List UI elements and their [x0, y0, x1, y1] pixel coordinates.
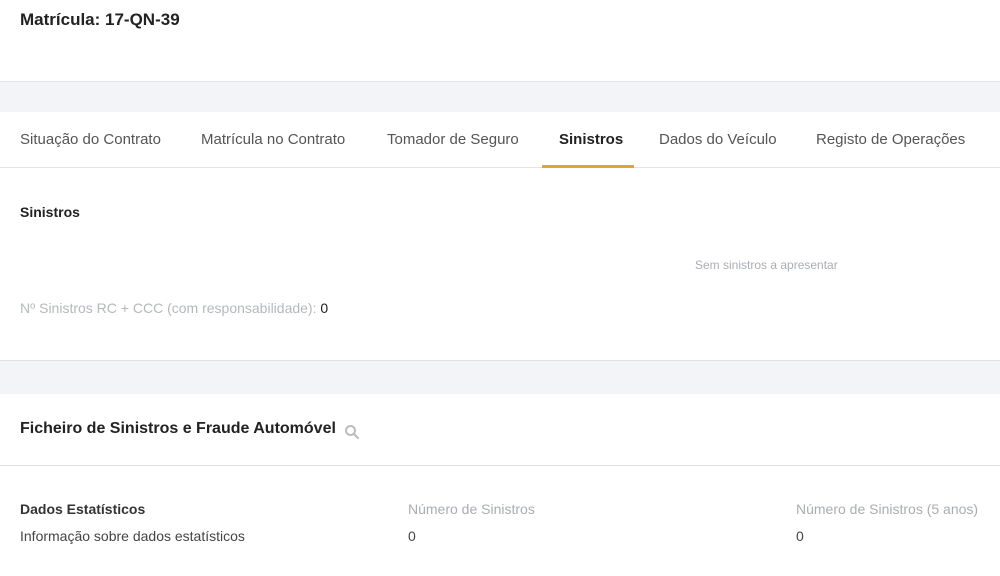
- stats-col-sinistros-header: Número de Sinistros: [408, 501, 535, 517]
- page-title: Matrícula: 17-QN-39: [20, 10, 180, 29]
- ficheiro-title: Ficheiro de Sinistros e Fraude Automóvel: [20, 420, 336, 437]
- sinistros-count: Nº Sinistros RC + CCC (com responsabilid…: [20, 300, 328, 316]
- tab-dados-veiculo[interactable]: Dados do Veículo: [659, 112, 777, 168]
- stats-description: Informação sobre dados estatísticos: [20, 528, 245, 544]
- tab-registo-operacoes[interactable]: Registo de Operações: [816, 112, 965, 168]
- sinistros-title: Sinistros: [20, 204, 80, 220]
- sinistros-count-value: 0: [320, 300, 329, 316]
- tab-situacao-contrato[interactable]: Situação do Contrato: [20, 112, 161, 168]
- tab-sinistros[interactable]: Sinistros: [559, 112, 623, 168]
- empty-message: Sem sinistros a apresentar: [695, 258, 838, 272]
- sinistros-count-label: Nº Sinistros RC + CCC (com responsabilid…: [20, 300, 317, 316]
- section-gap: [0, 82, 1000, 112]
- stats-col-sinistros-value: 0: [408, 528, 416, 544]
- tab-bar: Situação do Contrato Matrícula no Contra…: [0, 112, 1000, 168]
- stats-col-sinistros-5anos-value: 0: [796, 528, 804, 544]
- ficheiro-card: Ficheiro de Sinistros e Fraude Automóvel…: [0, 394, 1000, 576]
- search-icon[interactable]: [344, 424, 360, 440]
- stats-col-sinistros-5anos-header: Número de Sinistros (5 anos): [796, 501, 979, 517]
- tab-tomador-seguro[interactable]: Tomador de Seguro: [387, 112, 519, 168]
- stats-heading: Dados Estatísticos: [20, 501, 146, 517]
- ficheiro-header: Ficheiro de Sinistros e Fraude Automóvel: [0, 394, 1000, 466]
- tab-matricula-contrato[interactable]: Matrícula no Contrato: [201, 112, 345, 168]
- section-gap: [0, 361, 1000, 394]
- page-header: Matrícula: 17-QN-39: [0, 0, 1000, 82]
- sinistros-card: Sinistros Sem sinistros a apresentar Nº …: [0, 168, 1000, 361]
